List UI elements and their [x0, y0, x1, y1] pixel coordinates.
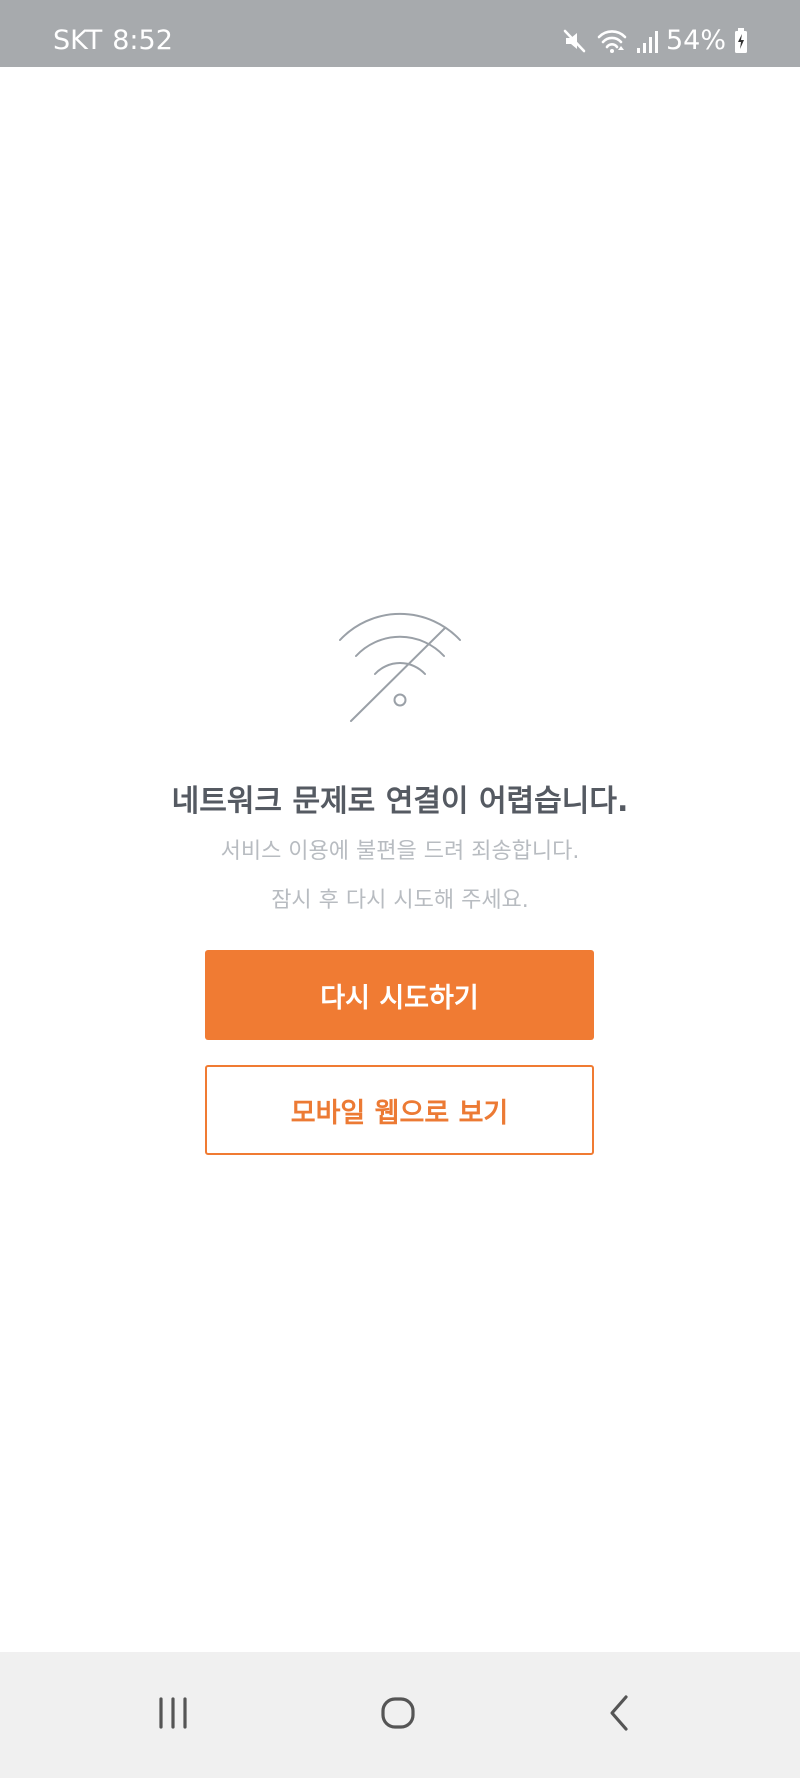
navigation-bar [0, 1652, 800, 1778]
carrier-name: SKT [53, 25, 103, 56]
battery-percent: 54% [665, 25, 726, 56]
wifi-off-icon [336, 594, 464, 760]
recents-icon [153, 1693, 193, 1737]
network-error-screen: 네트워크 문제로 연결이 어렵습니다. 서비스 이용에 불편을 드려 죄송합니다… [0, 67, 800, 1652]
back-icon [600, 1693, 640, 1737]
error-title: 네트워크 문제로 연결이 어렵습니다. [171, 784, 629, 819]
home-button[interactable] [338, 1652, 458, 1778]
clock: 8:52 [112, 25, 173, 56]
error-message-line1: 서비스 이용에 불편을 드려 죄송합니다. [220, 839, 580, 864]
mobile-web-button[interactable]: 모바일 웹으로 보기 [205, 1065, 594, 1155]
signal-icon [636, 28, 658, 54]
recents-button[interactable] [113, 1652, 233, 1778]
battery-icon [734, 27, 748, 54]
retry-button[interactable]: 다시 시도하기 [205, 950, 594, 1040]
status-bar: SKT 8:52 54% [0, 0, 800, 67]
mute-icon [560, 27, 588, 55]
home-icon [378, 1693, 418, 1737]
back-button[interactable] [560, 1652, 680, 1778]
wifi-icon [596, 27, 628, 55]
error-message-line2: 잠시 후 다시 시도해 주세요. [271, 888, 529, 913]
status-right: 54% [560, 0, 748, 67]
status-left: SKT 8:52 [53, 0, 173, 67]
